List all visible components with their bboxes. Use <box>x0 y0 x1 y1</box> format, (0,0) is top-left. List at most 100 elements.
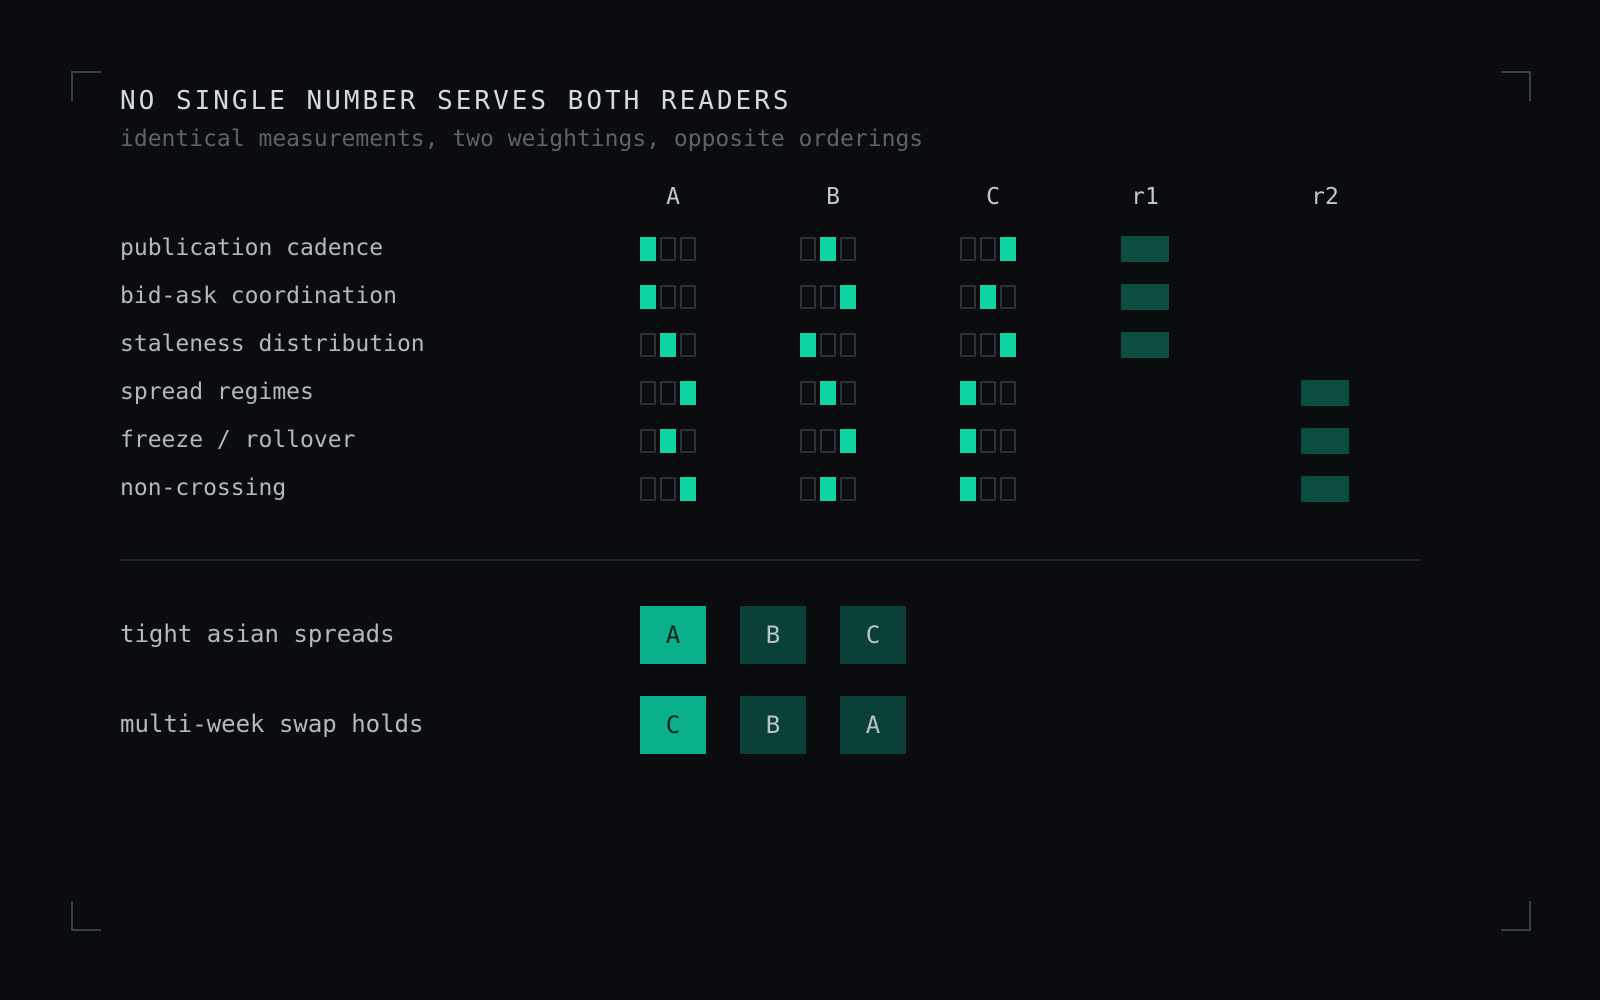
metric-label: spread regimes <box>120 379 314 405</box>
rank-cell-empty <box>840 477 856 501</box>
rank-cell-empty <box>980 237 996 261</box>
rank-cell-empty <box>1000 285 1016 309</box>
rank-cell-empty <box>800 237 816 261</box>
rank-cells-c <box>960 237 1016 261</box>
column-header-r2: r2 <box>1311 184 1339 210</box>
rank-cell-filled <box>1000 237 1016 261</box>
rank-cell-filled <box>660 333 676 357</box>
rank-cell-empty <box>1000 429 1016 453</box>
rank-cell-empty <box>800 477 816 501</box>
rank-cells-c <box>960 381 1016 405</box>
rank-cell-filled <box>820 237 836 261</box>
rank-cell-empty <box>800 285 816 309</box>
rank-cell-empty <box>980 477 996 501</box>
frame-corner-top-left <box>71 71 101 101</box>
reader-weight-bar-r2 <box>1301 476 1349 502</box>
rank-cells-c <box>960 333 1016 357</box>
metric-label: non-crossing <box>120 475 287 501</box>
rank-cells-b <box>800 381 856 405</box>
rank-cell-filled <box>960 477 976 501</box>
rank-cell-empty <box>1000 477 1016 501</box>
rank-cell-filled <box>640 237 656 261</box>
rank-cell-empty <box>980 333 996 357</box>
ordering-rank-3: C <box>840 606 906 664</box>
rank-cell-empty <box>640 381 656 405</box>
rank-cell-filled <box>820 477 836 501</box>
reader-weight-bar-r1 <box>1121 284 1169 310</box>
ordering-rank-2: B <box>740 696 806 754</box>
rank-cells-a <box>640 237 696 261</box>
rank-cells-a <box>640 285 696 309</box>
ordering-rank-1: A <box>640 606 706 664</box>
rank-cells-b <box>800 429 856 453</box>
rank-cells-c <box>960 285 1016 309</box>
page-title: NO SINGLE NUMBER SERVES BOTH READERS <box>120 86 792 116</box>
rank-cell-empty <box>800 381 816 405</box>
rank-cell-empty <box>1000 381 1016 405</box>
rank-cell-empty <box>820 285 836 309</box>
rank-cell-empty <box>660 381 676 405</box>
ordering-rank-3: A <box>840 696 906 754</box>
rank-cell-filled <box>840 285 856 309</box>
ordering-label: tight asian spreads <box>120 620 395 648</box>
rank-cell-filled <box>800 333 816 357</box>
rank-cell-empty <box>960 237 976 261</box>
metric-label: staleness distribution <box>120 331 425 357</box>
frame-corner-top-right <box>1501 71 1531 101</box>
reader-weight-bar-r1 <box>1121 236 1169 262</box>
ordering-rank-2: B <box>740 606 806 664</box>
rank-cell-empty <box>840 333 856 357</box>
rank-cell-filled <box>820 381 836 405</box>
rank-cell-filled <box>960 429 976 453</box>
ordering-label: multi-week swap holds <box>120 710 424 738</box>
rank-cell-empty <box>980 381 996 405</box>
rank-cell-empty <box>660 237 676 261</box>
rank-cells-a <box>640 381 696 405</box>
frame-corner-bottom-right <box>1501 901 1531 931</box>
rank-cells-a <box>640 429 696 453</box>
column-header-r1: r1 <box>1131 184 1159 210</box>
rank-cell-filled <box>1000 333 1016 357</box>
rank-cells-c <box>960 429 1016 453</box>
rank-cell-filled <box>840 429 856 453</box>
rank-cell-filled <box>960 381 976 405</box>
reader-weight-bar-r2 <box>1301 380 1349 406</box>
rank-cells-a <box>640 477 696 501</box>
column-header-c: C <box>986 184 1000 210</box>
rank-cell-empty <box>980 429 996 453</box>
reader-weight-bar-r2 <box>1301 428 1349 454</box>
metric-label: bid-ask coordination <box>120 283 397 309</box>
rank-cell-empty <box>840 237 856 261</box>
rank-cells-c <box>960 477 1016 501</box>
rank-cell-filled <box>680 381 696 405</box>
rank-cell-empty <box>820 333 836 357</box>
rank-cell-empty <box>640 429 656 453</box>
rank-cell-empty <box>840 381 856 405</box>
rank-cell-filled <box>980 285 996 309</box>
rank-cell-filled <box>680 477 696 501</box>
rank-cell-empty <box>800 429 816 453</box>
rank-cell-empty <box>640 477 656 501</box>
rank-cells-a <box>640 333 696 357</box>
metric-label: publication cadence <box>120 235 384 261</box>
rank-cell-empty <box>640 333 656 357</box>
rank-cells-b <box>800 333 856 357</box>
rank-cell-empty <box>680 429 696 453</box>
column-header-a: A <box>666 184 680 210</box>
rank-cell-empty <box>960 333 976 357</box>
ordering-rank-1: C <box>640 696 706 754</box>
page-subtitle: identical measurements, two weightings, … <box>120 126 924 152</box>
rank-cell-empty <box>680 285 696 309</box>
rank-cell-empty <box>960 285 976 309</box>
rank-cells-b <box>800 285 856 309</box>
rank-cells-b <box>800 477 856 501</box>
frame-corner-bottom-left <box>71 901 101 931</box>
rank-cell-empty <box>820 429 836 453</box>
rank-cell-empty <box>680 237 696 261</box>
column-header-b: B <box>826 184 840 210</box>
rank-cell-filled <box>640 285 656 309</box>
rank-cell-empty <box>660 285 676 309</box>
rank-cell-filled <box>660 429 676 453</box>
rank-cell-empty <box>680 333 696 357</box>
metric-label: freeze / rollover <box>120 427 356 453</box>
